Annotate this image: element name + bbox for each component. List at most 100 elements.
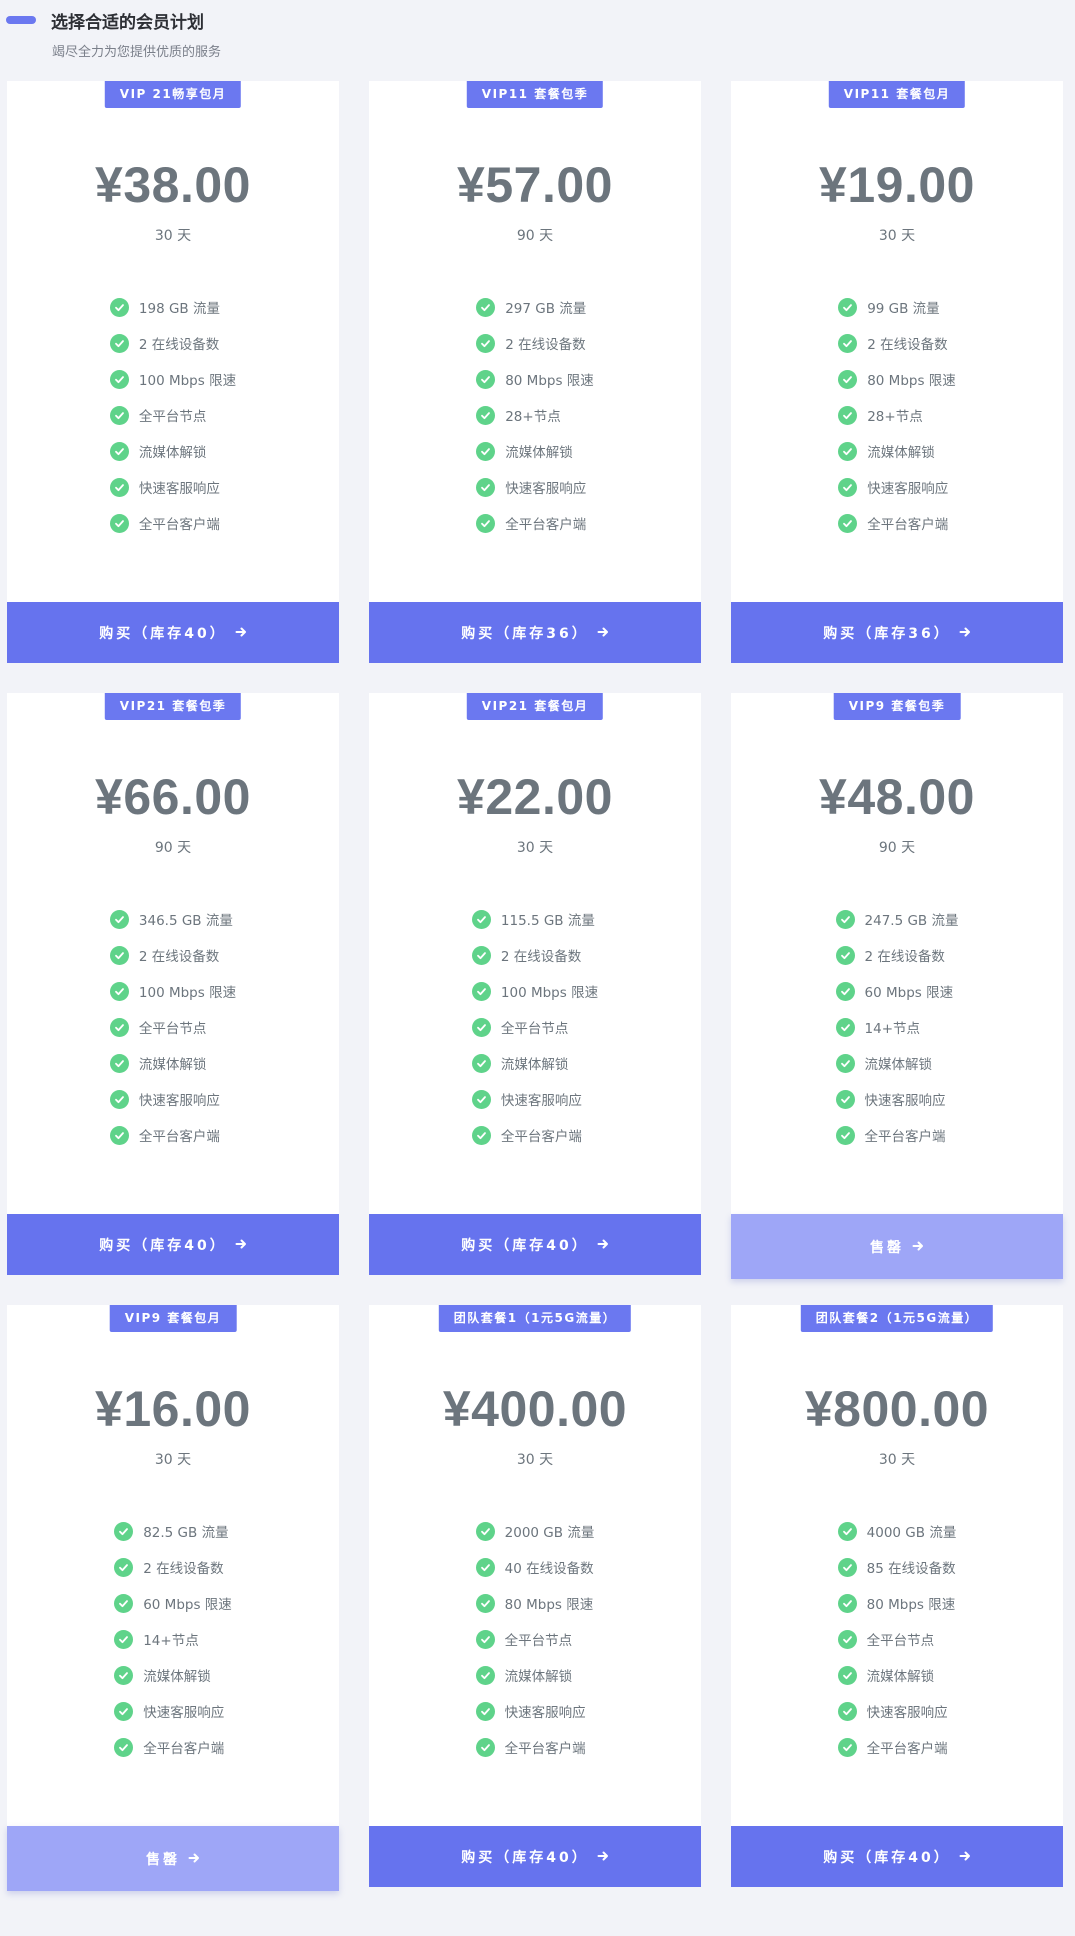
buy-button[interactable]: 购买（库存40） bbox=[369, 1214, 701, 1275]
check-circle-icon bbox=[114, 1593, 134, 1613]
check-circle-icon bbox=[471, 1017, 491, 1037]
plan-feature-label: 快速客服响应 bbox=[867, 481, 949, 497]
page-subtitle: 竭尽全力为您提供优质的服务 bbox=[52, 45, 222, 60]
plan-feature-list: 115.5 GB 流量 2 在线设备数 100 Mbps 限速 全平台节点 流媒体解锁快… bbox=[369, 901, 701, 1153]
plan-feature-list: 297 GB 流量 2 在线设备数 80 Mbps 限速 28+节点 流媒体解锁 快速客服… bbox=[369, 289, 701, 541]
plan-price: ¥66.00 bbox=[95, 769, 251, 825]
plan-feature: 全平台节点 bbox=[837, 1621, 957, 1657]
plan-feature: 115.5 GB 流量 bbox=[471, 901, 598, 937]
check-circle-icon bbox=[835, 981, 855, 1001]
buy-button[interactable]: 购买（库存40） bbox=[7, 602, 339, 663]
sold-out-button[interactable]: 售罄 bbox=[7, 1826, 339, 1891]
plan-duration: 30 天 bbox=[878, 1452, 916, 1468]
plan-feature-label: 100 Mbps 限速 bbox=[138, 373, 237, 389]
check-circle-icon bbox=[476, 441, 496, 461]
plan-feature: 全平台客户端 bbox=[114, 1729, 232, 1765]
plan-feature-label: 全平台节点 bbox=[138, 409, 207, 425]
check-circle-icon bbox=[475, 1737, 495, 1757]
plan-feature: 2 在线设备数 bbox=[476, 325, 594, 361]
plan-duration: 90 天 bbox=[154, 840, 192, 856]
buy-button[interactable]: 购买（库存36） bbox=[369, 602, 701, 663]
plan-price: ¥38.00 bbox=[95, 157, 251, 213]
plan-feature: 流媒体解锁 bbox=[476, 433, 594, 469]
plan-duration: 30 天 bbox=[154, 228, 192, 244]
plan-card: VIP11 套餐包季 ¥57.00 90 天 297 GB 流量 2 在线设备数 80 M… bbox=[369, 81, 701, 663]
plan-feature: 全平台节点 bbox=[109, 1009, 236, 1045]
plan-feature-label: 全平台客户端 bbox=[864, 1129, 946, 1145]
check-circle-icon bbox=[476, 477, 496, 497]
plan-feature-label: 247.5 GB 流量 bbox=[864, 913, 959, 929]
plan-feature-list: 2000 GB 流量 40 在线设备数 80 Mbps 限速 全平台节点 流媒体解锁 快速… bbox=[369, 1513, 701, 1765]
plan-feature-label: 2 在线设备数 bbox=[867, 337, 948, 353]
plan-badge: VIP11 套餐包月 bbox=[828, 81, 966, 108]
plan-feature-label: 流媒体解锁 bbox=[505, 445, 573, 461]
plan-card: 团队套餐1（1元5G流量） ¥400.00 30 天 2000 GB 流量 40 在线设… bbox=[369, 1305, 701, 1887]
plan-feature: 346.5 GB 流量 bbox=[109, 901, 236, 937]
plan-feature: 28+节点 bbox=[838, 397, 956, 433]
plan-duration: 30 天 bbox=[154, 1452, 192, 1468]
plan-feature: 85 在线设备数 bbox=[837, 1549, 957, 1585]
plan-feature: 60 Mbps 限速 bbox=[835, 973, 959, 1009]
check-circle-icon bbox=[109, 981, 129, 1001]
check-circle-icon bbox=[109, 405, 129, 425]
check-circle-icon bbox=[109, 369, 129, 389]
check-circle-icon bbox=[838, 513, 858, 533]
plan-feature: 247.5 GB 流量 bbox=[835, 901, 959, 937]
plan-badge: 团队套餐2（1元5G流量） bbox=[800, 1305, 994, 1332]
plan-feature-label: 297 GB 流量 bbox=[505, 301, 587, 317]
check-circle-icon bbox=[835, 945, 855, 965]
plan-feature-label: 2 在线设备数 bbox=[138, 337, 220, 353]
plan-feature-label: 流媒体解锁 bbox=[143, 1669, 211, 1685]
check-circle-icon bbox=[109, 1125, 129, 1145]
check-circle-icon bbox=[109, 297, 129, 317]
plan-feature-label: 60 Mbps 限速 bbox=[143, 1597, 232, 1613]
arrow-right-icon bbox=[959, 624, 971, 642]
plan-feature-list: 99 GB 流量 2 在线设备数 80 Mbps 限速 28+节点 流媒体解锁 快速客服响… bbox=[731, 289, 1063, 541]
plan-feature: 快速客服响应 bbox=[475, 1693, 595, 1729]
buy-button[interactable]: 购买（库存36） bbox=[731, 602, 1063, 663]
buy-button-label: 购买（库存36） bbox=[823, 625, 951, 642]
plan-feature-label: 2000 GB 流量 bbox=[504, 1525, 595, 1541]
buy-button[interactable]: 购买（库存40） bbox=[7, 1214, 339, 1275]
plan-grid: VIP 21畅享包月 ¥38.00 30 天 198 GB 流量 2 在线设备数 100 … bbox=[0, 70, 1075, 1891]
check-circle-icon bbox=[109, 513, 129, 533]
buy-button[interactable]: 购买（库存40） bbox=[369, 1826, 701, 1887]
check-circle-icon bbox=[114, 1737, 134, 1757]
plan-feature-label: 4000 GB 流量 bbox=[866, 1525, 957, 1541]
check-circle-icon bbox=[475, 1665, 495, 1685]
plan-feature-label: 82.5 GB 流量 bbox=[143, 1525, 229, 1541]
plan-feature-label: 80 Mbps 限速 bbox=[867, 373, 956, 389]
check-circle-icon bbox=[471, 981, 491, 1001]
check-circle-icon bbox=[109, 333, 129, 353]
plan-badge: VIP9 套餐包季 bbox=[833, 693, 961, 720]
plan-feature: 80 Mbps 限速 bbox=[475, 1585, 595, 1621]
check-circle-icon bbox=[838, 297, 858, 317]
plan-badge: VIP 21畅享包月 bbox=[104, 81, 242, 108]
plan-feature: 82.5 GB 流量 bbox=[114, 1513, 232, 1549]
plan-feature: 2 在线设备数 bbox=[114, 1549, 232, 1585]
plan-feature-label: 全平台客户端 bbox=[505, 517, 587, 533]
check-circle-icon bbox=[475, 1701, 495, 1721]
check-circle-icon bbox=[475, 1521, 495, 1541]
plan-feature: 流媒体解锁 bbox=[837, 1657, 957, 1693]
plan-feature: 流媒体解锁 bbox=[114, 1657, 232, 1693]
plan-feature: 14+节点 bbox=[835, 1009, 959, 1045]
plan-duration: 30 天 bbox=[516, 840, 554, 856]
check-circle-icon bbox=[475, 1593, 495, 1613]
page-header: 选择合适的会员计划 竭尽全力为您提供优质的服务 bbox=[0, 0, 1075, 70]
plan-feature-label: 快速客服响应 bbox=[138, 481, 220, 497]
plan-feature: 全平台客户端 bbox=[475, 1729, 595, 1765]
check-circle-icon bbox=[838, 477, 858, 497]
sold-out-button[interactable]: 售罄 bbox=[731, 1214, 1063, 1279]
plan-feature: 流媒体解锁 bbox=[475, 1657, 595, 1693]
buy-button[interactable]: 购买（库存40） bbox=[731, 1826, 1063, 1887]
check-circle-icon bbox=[837, 1665, 857, 1685]
plan-feature-label: 2 在线设备数 bbox=[143, 1561, 224, 1577]
plan-feature: 全平台客户端 bbox=[837, 1729, 957, 1765]
buy-button-label: 购买（库存40） bbox=[461, 1849, 589, 1866]
plan-feature-label: 2 在线设备数 bbox=[505, 337, 586, 353]
buy-button-label: 购买（库存40） bbox=[461, 1237, 589, 1254]
check-circle-icon bbox=[109, 909, 129, 929]
arrow-right-icon bbox=[959, 1848, 971, 1866]
plan-feature: 快速客服响应 bbox=[837, 1693, 957, 1729]
